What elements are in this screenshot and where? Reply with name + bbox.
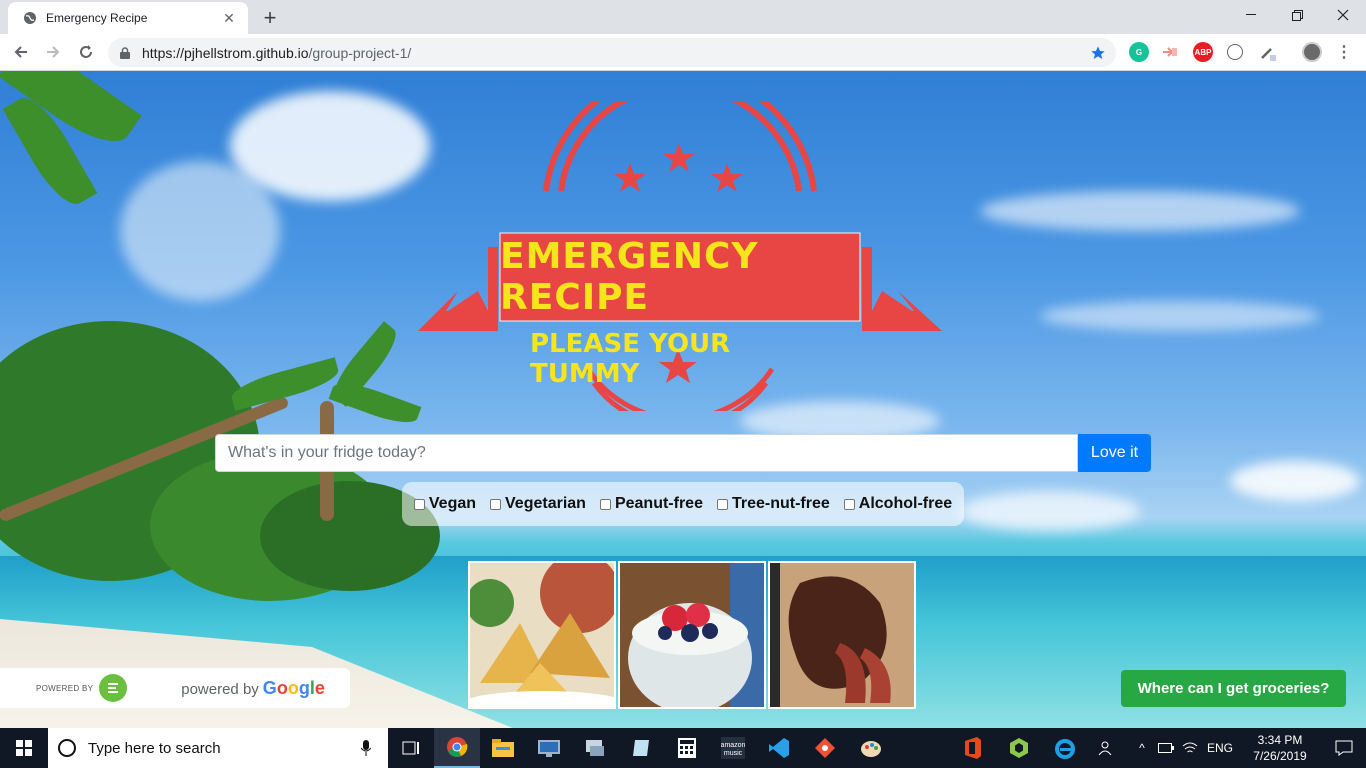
url-text: https://pjhellstrom.github.io/group-proj…: [142, 45, 1088, 61]
amazon-music-icon[interactable]: amazon music: [710, 728, 756, 768]
minimize-button[interactable]: [1228, 0, 1274, 30]
checkbox[interactable]: [716, 498, 728, 510]
close-tab-icon[interactable]: ✕: [220, 9, 238, 27]
people-icon[interactable]: [1094, 728, 1118, 768]
ingredient-search-input[interactable]: [215, 434, 1078, 472]
address-bar[interactable]: https://pjhellstrom.github.io/group-proj…: [108, 38, 1116, 67]
love-it-button[interactable]: Love it: [1078, 434, 1151, 472]
yogurt-parfait-image[interactable]: [618, 561, 766, 709]
microphone-icon[interactable]: [354, 740, 378, 756]
google-attribution: powered by Google: [181, 678, 325, 699]
powered-by-label: powered by: [181, 680, 259, 698]
search-form: Love it: [215, 434, 1151, 472]
adblock-icon[interactable]: ABP: [1193, 42, 1213, 62]
samosa-image[interactable]: [468, 561, 616, 709]
filter-label: Tree-nut-free: [731, 495, 830, 512]
close-window-button[interactable]: [1320, 0, 1366, 30]
filter-tree-nut-free[interactable]: Tree-nut-free: [716, 495, 830, 513]
menu-icon[interactable]: ⋮: [1334, 42, 1354, 62]
url-host: https://pjhellstrom.github.io: [142, 44, 309, 61]
battery-icon[interactable]: [1154, 728, 1178, 768]
bookmark-star-icon[interactable]: [1088, 43, 1108, 63]
clock-time: 3:34 PM: [1257, 733, 1303, 747]
checkbox[interactable]: [843, 498, 855, 510]
eyedropper-icon[interactable]: [1258, 42, 1278, 62]
diet-filters: Vegan Vegetarian Peanut-free Tree-nut-fr…: [402, 482, 964, 526]
chevron-up-icon[interactable]: ^: [1130, 728, 1154, 768]
steak-image[interactable]: [768, 561, 916, 709]
file-explorer-icon[interactable]: [480, 728, 526, 768]
cast-icon[interactable]: [1160, 42, 1180, 62]
globe-icon: [22, 10, 38, 26]
cortana-icon: [58, 739, 76, 757]
extension-icon[interactable]: [1227, 44, 1243, 60]
page-viewport: EMERGENCY RECIPE PLEASE YOUR TUMMY Love …: [0, 71, 1366, 728]
start-button[interactable]: [0, 728, 48, 768]
profile-avatar[interactable]: [1302, 42, 1322, 62]
internet-explorer-icon[interactable]: [1042, 728, 1088, 768]
node-icon[interactable]: [996, 728, 1042, 768]
browser-tab[interactable]: Emergency Recipe ✕: [8, 2, 248, 34]
filter-label: Vegetarian: [505, 495, 586, 512]
edamam-attribution[interactable]: POWERED BY: [36, 674, 128, 702]
network-app-icon[interactable]: [572, 728, 618, 768]
reload-button[interactable]: [74, 40, 98, 64]
paint-icon[interactable]: [848, 728, 894, 768]
checkbox[interactable]: [490, 498, 502, 510]
filter-label: Vegan: [428, 495, 477, 512]
edamam-label: POWERED BY: [36, 683, 94, 693]
filter-vegetarian[interactable]: Vegetarian: [490, 495, 586, 513]
back-button[interactable]: [9, 40, 33, 64]
calculator-icon[interactable]: [664, 728, 710, 768]
taskbar-search-placeholder: Type here to search: [88, 739, 221, 757]
attribution-panel: POWERED BY powered by Google: [0, 668, 350, 708]
filter-alcohol-free[interactable]: Alcohol-free: [843, 495, 953, 513]
url-path: /group-project-1/: [308, 44, 412, 61]
checkbox[interactable]: [599, 498, 611, 510]
restore-button[interactable]: [1274, 0, 1320, 30]
svg-text:music: music: [724, 750, 743, 757]
logo-subtitle: PLEASE YOUR TUMMY: [530, 329, 731, 389]
google-logo: Google: [262, 677, 325, 698]
lock-icon: [120, 46, 134, 60]
edamam-logo-icon: [99, 674, 128, 702]
tab-strip: Emergency Recipe ✕ +: [0, 0, 1366, 34]
browser-toolbar: https://pjhellstrom.github.io/group-proj…: [0, 34, 1366, 71]
remote-desktop-icon[interactable]: [526, 728, 572, 768]
office-icon[interactable]: [950, 728, 996, 768]
notes-app-icon[interactable]: [618, 728, 664, 768]
filter-label: Peanut-free: [614, 495, 703, 512]
svg-text:amazon: amazon: [721, 742, 745, 749]
grocery-finder-button[interactable]: Where can I get groceries?: [1121, 670, 1346, 707]
language-indicator[interactable]: ENG: [1202, 728, 1238, 768]
task-view-icon[interactable]: [388, 728, 434, 768]
filter-vegan[interactable]: Vegan: [413, 495, 477, 513]
vscode-icon[interactable]: [756, 728, 802, 768]
system-tray: ^ ENG 3:34 PM 7/26/2019: [1094, 728, 1366, 768]
site-logo: EMERGENCY RECIPE PLEASE YOUR TUMMY: [418, 71, 942, 430]
tab-title: Emergency Recipe: [46, 11, 148, 25]
checkbox[interactable]: [413, 498, 425, 510]
sourcetree-icon[interactable]: [802, 728, 848, 768]
taskbar-search-box[interactable]: Type here to search: [48, 728, 388, 768]
grammarly-icon[interactable]: G: [1129, 42, 1149, 62]
clock-date: 7/26/2019: [1253, 749, 1307, 763]
system-clock[interactable]: 3:34 PM 7/26/2019: [1238, 732, 1322, 764]
notifications-icon[interactable]: [1322, 728, 1366, 768]
windows-taskbar: Type here to search amazon music ^ ENG 3…: [0, 728, 1366, 768]
filter-peanut-free[interactable]: Peanut-free: [599, 495, 703, 513]
chrome-icon[interactable]: [434, 728, 480, 768]
logo-title: EMERGENCY RECIPE: [500, 236, 759, 318]
wifi-icon[interactable]: [1178, 728, 1202, 768]
new-tab-button[interactable]: +: [258, 6, 282, 30]
filter-label: Alcohol-free: [858, 495, 953, 512]
forward-button[interactable]: [41, 40, 65, 64]
